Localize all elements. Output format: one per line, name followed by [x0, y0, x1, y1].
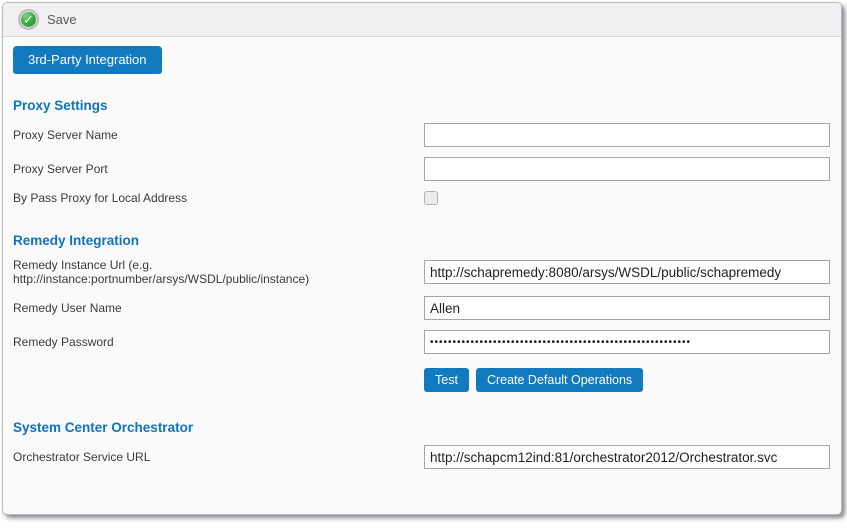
remedy-actions: Test Create Default Operations — [424, 368, 831, 392]
field-row-bypass-proxy: By Pass Proxy for Local Address — [13, 191, 831, 205]
toolbar: ✓ Save — [3, 3, 841, 37]
section-title-system-center-orchestrator: System Center Orchestrator — [13, 420, 831, 435]
proxy-server-port-label: Proxy Server Port — [13, 162, 424, 176]
form-content: 3rd-Party Integration Proxy Settings Pro… — [3, 37, 841, 469]
save-check-icon: ✓ — [18, 9, 39, 30]
field-row-proxy-server-name: Proxy Server Name — [13, 123, 831, 147]
remedy-instance-url-label: Remedy Instance Url (e.g. http://instanc… — [13, 258, 424, 286]
create-default-operations-button[interactable]: Create Default Operations — [476, 368, 643, 392]
remedy-instance-url-input[interactable] — [424, 260, 830, 284]
orchestrator-service-url-input[interactable] — [424, 445, 830, 469]
field-row-remedy-user-name: Remedy User Name — [13, 296, 831, 320]
field-row-proxy-server-port: Proxy Server Port — [13, 157, 831, 181]
remedy-password-input[interactable] — [424, 330, 830, 354]
tab-3rd-party-integration[interactable]: 3rd-Party Integration — [13, 46, 162, 74]
field-row-orchestrator-service-url: Orchestrator Service URL — [13, 445, 831, 469]
save-button-label: Save — [47, 12, 77, 27]
field-row-remedy-instance-url: Remedy Instance Url (e.g. http://instanc… — [13, 258, 831, 286]
orchestrator-service-url-label: Orchestrator Service URL — [13, 450, 424, 464]
remedy-user-name-label: Remedy User Name — [13, 301, 424, 315]
save-button[interactable]: ✓ Save — [18, 9, 77, 30]
section-title-remedy-integration: Remedy Integration — [13, 233, 831, 248]
bypass-proxy-label: By Pass Proxy for Local Address — [13, 191, 424, 205]
proxy-server-name-label: Proxy Server Name — [13, 128, 424, 142]
test-button[interactable]: Test — [424, 368, 469, 392]
remedy-user-name-input[interactable] — [424, 296, 830, 320]
settings-page: ✓ Save 3rd-Party Integration Proxy Setti… — [2, 2, 842, 515]
proxy-server-name-input[interactable] — [424, 123, 830, 147]
section-title-proxy-settings: Proxy Settings — [13, 98, 831, 113]
remedy-password-label: Remedy Password — [13, 335, 424, 349]
field-row-remedy-password: Remedy Password — [13, 330, 831, 354]
proxy-server-port-input[interactable] — [424, 157, 830, 181]
bypass-proxy-checkbox[interactable] — [424, 191, 438, 205]
